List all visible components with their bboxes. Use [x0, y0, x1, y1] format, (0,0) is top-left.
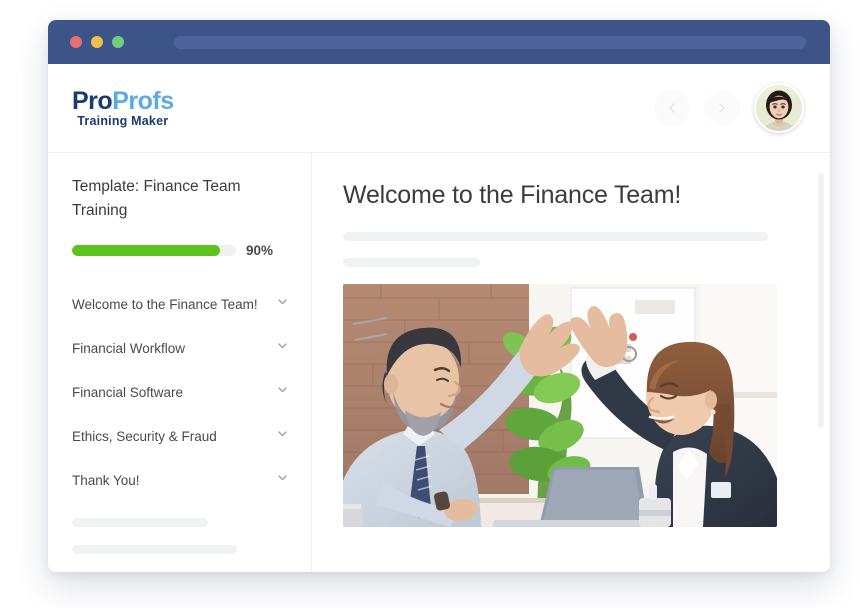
hero-image [343, 284, 777, 527]
sidebar-menu-item-label: Financial Workflow [72, 340, 186, 356]
content-pane: Welcome to the Finance Team! [312, 153, 830, 572]
sidebar-menu-item[interactable]: Financial Workflow [72, 326, 289, 370]
screenshot-stage: ProProfs Training Maker Template: Financ… [0, 0, 860, 608]
sidebar-menu-item-label: Financial Software [72, 384, 184, 400]
app-body: Template: Finance Team Training 90% Welc… [48, 153, 830, 572]
chevron-down-icon[interactable] [276, 427, 289, 445]
previous-button[interactable] [654, 90, 690, 126]
page-title: Welcome to the Finance Team! [343, 181, 682, 209]
sidebar-menu-item[interactable]: Ethics, Security & Fraud [72, 414, 289, 458]
browser-window: ProProfs Training Maker Template: Financ… [48, 20, 830, 572]
sidebar-menu-item-label: Thank You! [72, 472, 140, 488]
chevron-left-icon [665, 101, 679, 115]
sidebar-menu-item-label: Welcome to the Finance Team! [72, 296, 258, 312]
header-actions [654, 83, 804, 133]
template-title: Template: Finance Team Training [72, 178, 241, 220]
next-button[interactable] [704, 90, 740, 126]
sidebar-menu-item[interactable]: Financial Software [72, 370, 289, 414]
app-header: ProProfs Training Maker [48, 64, 830, 153]
address-bar[interactable] [174, 35, 806, 49]
progress-fill [72, 245, 220, 257]
sidebar-menu-item[interactable]: Welcome to the Finance Team! [72, 282, 289, 326]
course-progress: 90% [72, 243, 289, 258]
sidebar-menu-item-label: Ethics, Security & Fraud [72, 428, 217, 444]
chevron-right-icon [715, 101, 729, 115]
content-placeholder-list [343, 232, 800, 267]
sidebar-placeholder-list [72, 518, 289, 572]
sidebar-menu-item[interactable]: Thank You! [72, 458, 289, 502]
progress-track [72, 245, 236, 257]
browser-title-bar [48, 20, 830, 64]
chevron-down-icon[interactable] [276, 295, 289, 313]
traffic-lights [70, 36, 124, 48]
chevron-down-icon[interactable] [276, 471, 289, 489]
maximize-window-button[interactable] [112, 36, 124, 48]
close-window-button[interactable] [70, 36, 82, 48]
logo-tagline: Training Maker [77, 113, 169, 128]
placeholder-bar [343, 258, 480, 267]
logo-wordmark: ProProfs [72, 86, 174, 115]
logo-profs-text: Profs [112, 86, 174, 115]
sidebar-menu: Welcome to the Finance Team! Financial Wo… [72, 282, 289, 502]
sidebar: Template: Finance Team Training 90% Welc… [48, 153, 312, 572]
placeholder-bar [72, 518, 208, 528]
chevron-down-icon[interactable] [276, 383, 289, 401]
placeholder-bar [72, 545, 237, 555]
minimize-window-button[interactable] [91, 36, 103, 48]
content-scrollbar[interactable] [818, 173, 824, 548]
placeholder-bar [343, 232, 768, 241]
chevron-down-icon[interactable] [276, 339, 289, 357]
progress-label: 90% [246, 243, 274, 259]
scrollbar-thumb[interactable] [818, 173, 824, 428]
proprofs-logo[interactable]: ProProfs Training Maker [72, 86, 174, 128]
logo-pro-text: Pro [72, 86, 113, 115]
avatar[interactable] [754, 83, 804, 133]
